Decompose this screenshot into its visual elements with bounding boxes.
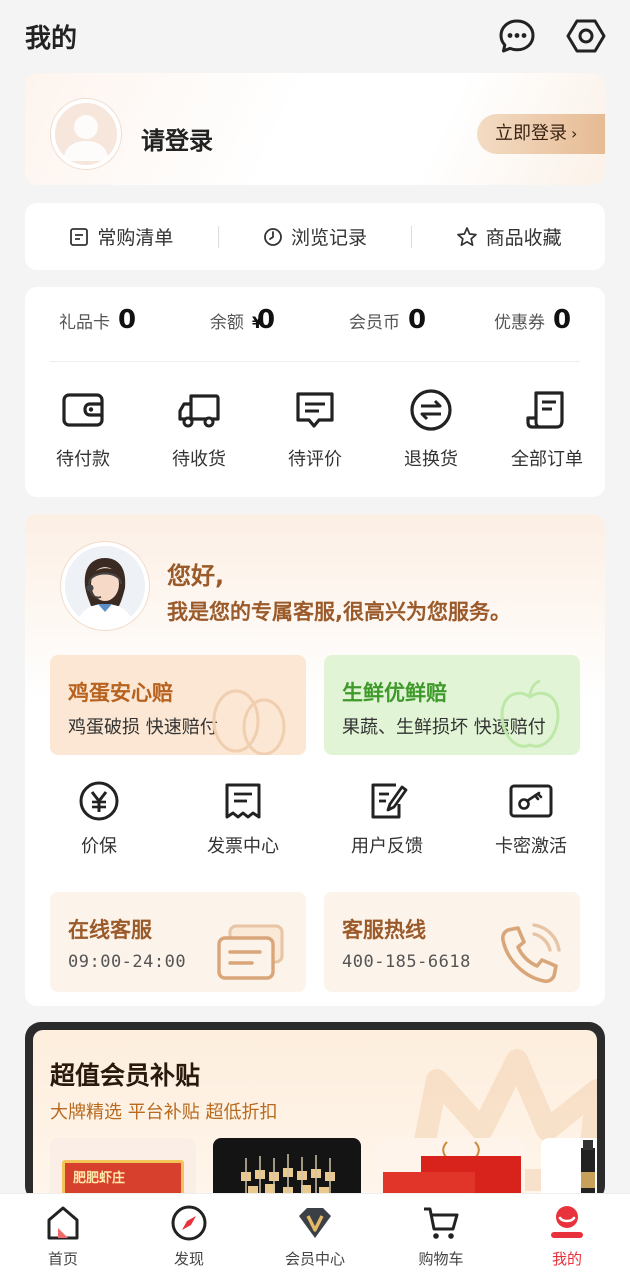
online-service[interactable]: 在线客服 09:00-24:00 xyxy=(50,892,306,992)
coupons-label: 优惠券 xyxy=(493,313,545,333)
divider xyxy=(50,361,580,362)
login-button[interactable]: 立即登录 › xyxy=(477,114,605,154)
star-icon xyxy=(456,226,477,246)
service-agent-avatar xyxy=(61,542,149,630)
shortcut-favorites[interactable]: 商品收藏 xyxy=(412,223,605,250)
profile-icon xyxy=(551,1206,583,1238)
order-returns[interactable]: 退换货 xyxy=(373,387,489,471)
fresh-guarantee-banner[interactable]: 生鲜优鲜赔 果蔬、生鲜损坏 快速赔付 xyxy=(324,655,580,755)
assets-orders-card: 礼品卡 0 余额 ¥0 会员币 0 优惠券 0 待付款 待收货 待评价 退换货 … xyxy=(25,287,605,497)
order-label: 待评价 xyxy=(288,449,342,470)
nav-label: 首页 xyxy=(47,1250,78,1268)
shortcut-frequent-list[interactable]: 常购清单 xyxy=(25,223,218,250)
shortcut-label: 浏览记录 xyxy=(291,227,368,249)
login-button-label: 立即登录 xyxy=(495,123,567,144)
price-protection[interactable]: 价保 xyxy=(27,780,171,858)
invoice-icon xyxy=(225,783,261,819)
coins-stat[interactable]: 会员币 0 xyxy=(315,305,460,335)
egg-icon xyxy=(212,689,286,755)
yen-circle-icon xyxy=(79,781,119,821)
member-subsidy-subtitle: 大牌精选 平台补贴 超低折扣 xyxy=(50,1102,278,1123)
truck-icon xyxy=(178,394,220,428)
order-all[interactable]: 全部订单 xyxy=(489,387,605,471)
shortcut-history[interactable]: 浏览记录 xyxy=(219,223,412,250)
nav-label: 我的 xyxy=(551,1250,582,1268)
gift-card-stat[interactable]: 礼品卡 0 xyxy=(25,305,170,335)
feedback-icon xyxy=(371,783,408,819)
wallet-icon xyxy=(62,393,104,427)
gift-card-value: 0 xyxy=(117,305,137,335)
clock-icon xyxy=(264,227,282,246)
shortcut-label: 商品收藏 xyxy=(485,227,562,249)
login-card: 请登录 立即登录 › xyxy=(25,73,605,185)
coupons-stat[interactable]: 优惠券 0 xyxy=(460,305,605,335)
order-pending-receipt[interactable]: 待收货 xyxy=(141,387,257,471)
invoice-center[interactable]: 发票中心 xyxy=(171,780,315,858)
member-subsidy-section: 超值会员补贴 大牌精选 平台补贴 超低折扣 肥肥虾庄 xyxy=(25,1022,605,1210)
shortcut-bar: 常购清单 浏览记录 商品收藏 xyxy=(25,203,605,270)
egg-guarantee-banner[interactable]: 鸡蛋安心赔 鸡蛋破损 快速赔付 xyxy=(50,655,306,755)
order-pending-review[interactable]: 待评价 xyxy=(257,387,373,471)
order-shortcuts: 待付款 待收货 待评价 退换货 全部订单 xyxy=(25,387,605,471)
nav-label: 购物车 xyxy=(418,1250,464,1268)
order-label: 待付款 xyxy=(56,449,110,470)
compass-icon xyxy=(171,1205,207,1241)
page-title: 我的 xyxy=(25,24,78,54)
order-label: 退换货 xyxy=(404,449,458,470)
member-subsidy-panel[interactable]: 超值会员补贴 大牌精选 平台补贴 超低折扣 肥肥虾庄 xyxy=(33,1030,597,1210)
receipt-icon xyxy=(526,391,564,429)
tool-label: 用户反馈 xyxy=(351,836,423,857)
balance-value: 0 xyxy=(257,305,276,335)
order-pending-payment[interactable]: 待付款 xyxy=(25,387,141,471)
balance-label: 余额 xyxy=(209,313,244,333)
tool-label: 价保 xyxy=(81,836,117,857)
chevron-right-icon: › xyxy=(571,124,578,143)
comment-icon xyxy=(296,392,334,428)
vip-icon xyxy=(299,1208,331,1238)
tool-label: 卡密激活 xyxy=(495,836,567,857)
user-feedback[interactable]: 用户反馈 xyxy=(315,780,459,858)
key-card-icon xyxy=(509,784,553,818)
product-brand: 肥肥虾庄 xyxy=(73,1171,126,1186)
order-label: 全部订单 xyxy=(511,449,583,470)
message-icon[interactable] xyxy=(497,16,537,56)
bottom-nav: 首页 发现 会员中心 购物车 我的 xyxy=(0,1193,630,1280)
card-activation[interactable]: 卡密激活 xyxy=(459,780,603,858)
nav-label: 发现 xyxy=(173,1250,204,1268)
nav-label: 会员中心 xyxy=(284,1250,345,1268)
coupons-value: 0 xyxy=(552,305,572,335)
chat-bubbles-icon xyxy=(217,924,284,980)
exchange-icon xyxy=(410,389,452,431)
service-hotline[interactable]: 客服热线 400-185-6618 xyxy=(324,892,580,992)
nav-discover[interactable]: 发现 xyxy=(126,1194,252,1280)
nav-member-center[interactable]: 会员中心 xyxy=(252,1194,378,1280)
settings-icon[interactable] xyxy=(566,16,606,56)
shortcut-label: 常购清单 xyxy=(97,227,174,249)
login-prompt[interactable]: 请登录 xyxy=(141,121,213,156)
customer-service-card: 您好, 我是您的专属客服,很高兴为您服务。 鸡蛋安心赔 鸡蛋破损 快速赔付 生鲜… xyxy=(25,514,605,1006)
gift-card-label: 礼品卡 xyxy=(58,313,110,333)
home-icon xyxy=(47,1206,79,1240)
member-subsidy-title: 超值会员补贴 xyxy=(50,1061,201,1090)
service-greeting: 您好, xyxy=(167,562,225,590)
coins-value: 0 xyxy=(407,305,427,335)
list-icon xyxy=(70,227,89,246)
coins-label: 会员币 xyxy=(348,313,400,333)
asset-stats: 礼品卡 0 余额 ¥0 会员币 0 优惠券 0 xyxy=(25,305,605,335)
tool-label: 发票中心 xyxy=(207,836,279,857)
header: 我的 xyxy=(0,0,630,72)
service-tools: 价保 发票中心 用户反馈 卡密激活 xyxy=(25,780,605,858)
nav-home[interactable]: 首页 xyxy=(0,1194,126,1280)
cart-icon xyxy=(424,1207,459,1239)
nav-cart[interactable]: 购物车 xyxy=(378,1194,504,1280)
service-greeting-detail: 我是您的专属客服,很高兴为您服务。 xyxy=(167,600,511,624)
nav-profile[interactable]: 我的 xyxy=(504,1194,630,1280)
order-label: 待收货 xyxy=(172,449,226,470)
avatar[interactable] xyxy=(51,99,121,169)
apple-icon xyxy=(500,679,560,748)
balance-stat[interactable]: 余额 ¥0 xyxy=(170,305,315,335)
phone-icon xyxy=(500,923,561,984)
